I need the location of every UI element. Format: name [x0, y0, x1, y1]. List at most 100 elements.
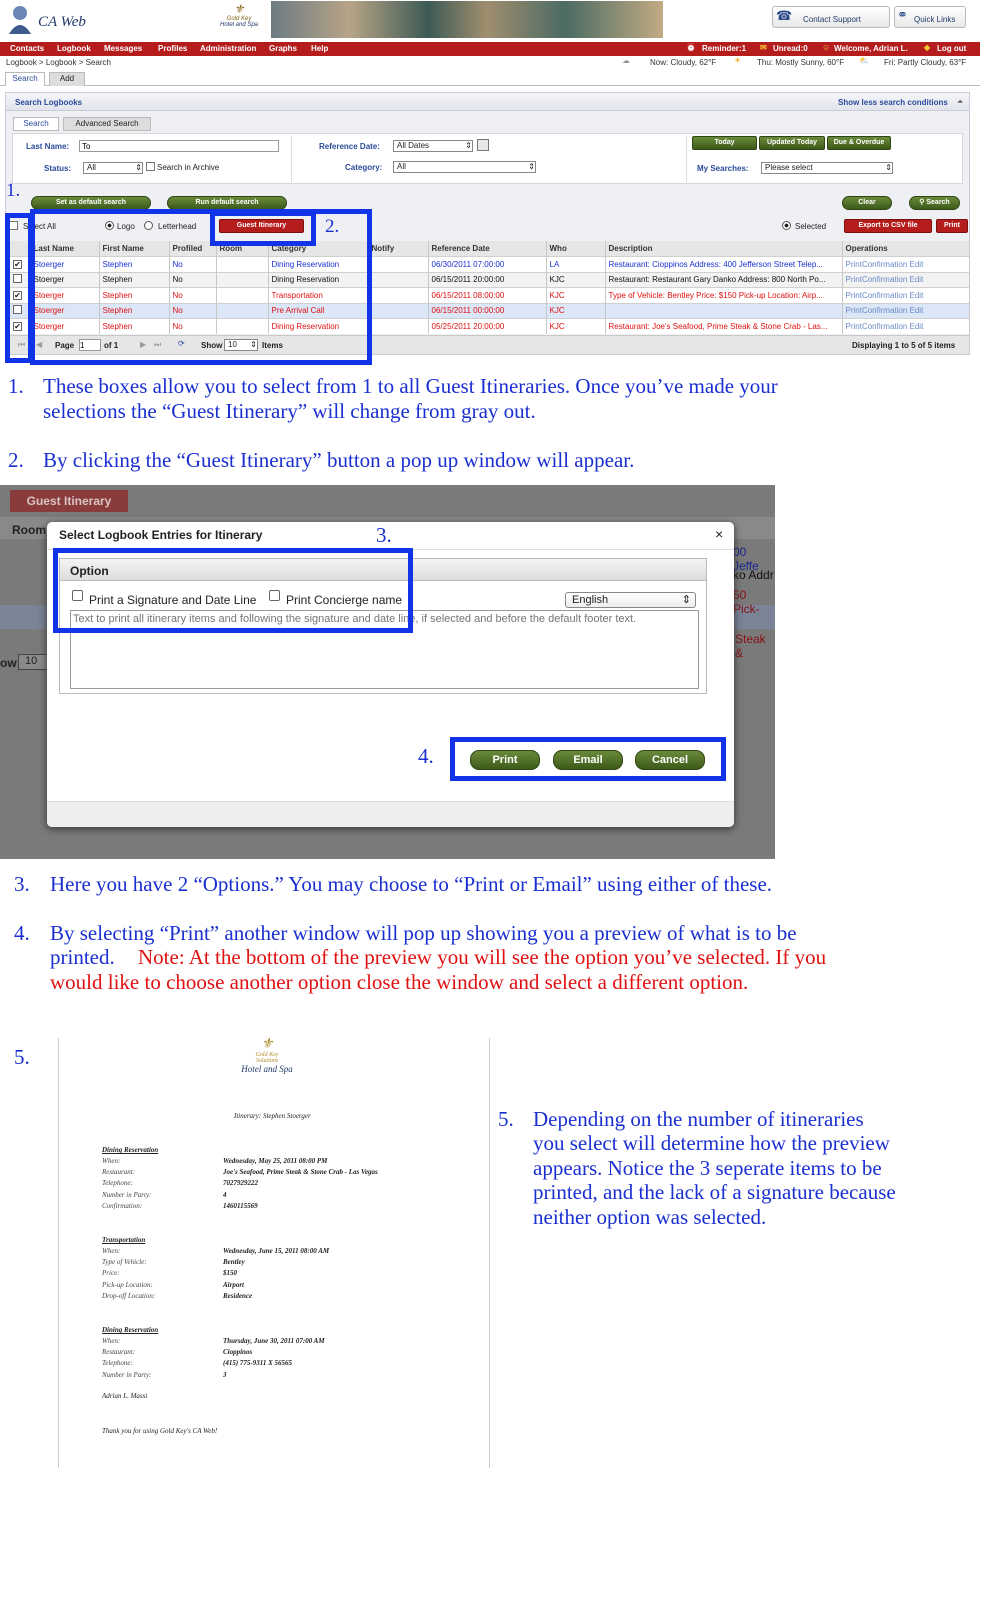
export-csv-button[interactable]: Export to CSV file	[844, 219, 932, 233]
preview-field-value: Airport	[223, 1280, 245, 1289]
panel-header: Search Logbooks Show less search conditi…	[6, 93, 969, 111]
logout-link[interactable]: Log out	[937, 44, 966, 53]
annotation-box-options	[53, 548, 413, 633]
main-nav: Contacts Logbook Messages Profiles Admin…	[0, 42, 980, 56]
operations-cell[interactable]: PrintConfirmation Edit	[842, 256, 970, 272]
nav-administration[interactable]: Administration	[200, 44, 256, 53]
logout-icon: ◆	[924, 43, 931, 52]
set-default-search-button[interactable]: Set as default search	[31, 196, 151, 210]
description-cell: Restaurant: Restaurant Gary Danko Addres…	[605, 272, 843, 288]
preview-field-label: Confirmation:	[102, 1201, 143, 1210]
reference-date-cell: 06/15/2011 20:00:00	[428, 272, 547, 288]
annotation-box-select-area	[30, 209, 372, 365]
preview-section-heading: Transportation	[102, 1236, 146, 1244]
category-select[interactable]: All ⇕	[393, 161, 536, 173]
column-header[interactable]: Notify	[368, 241, 429, 257]
nav-messages[interactable]: Messages	[104, 44, 142, 53]
column-header[interactable]: Description	[605, 241, 843, 257]
cloud-icon: ☁	[622, 56, 630, 65]
annotation-box-guest-itinerary	[210, 211, 316, 246]
calendar-icon[interactable]	[477, 139, 489, 151]
who-cell: KJC	[546, 272, 606, 288]
who-cell: KJC	[546, 303, 606, 319]
print-button[interactable]: Print	[936, 219, 968, 233]
preview-field-value: 1460115569	[223, 1201, 258, 1210]
preview-field-value: Wednesday, May 25, 2011 08:00 PM	[223, 1157, 328, 1165]
partly-cloudy-icon: ⛅	[859, 56, 869, 65]
subtab-search[interactable]: Search	[13, 117, 59, 131]
contact-support-button[interactable]: ☎ Contact Support	[772, 6, 890, 28]
quick-links-button[interactable]: ⚭ Quick Links	[894, 6, 966, 28]
toggle-conditions-link[interactable]: Show less search conditions	[838, 98, 948, 107]
operations-cell[interactable]: PrintConfirmation Edit	[842, 303, 970, 319]
annotation-box-checkboxes	[5, 213, 33, 363]
last-name-input[interactable]	[79, 140, 279, 152]
nav-contacts[interactable]: Contacts	[10, 44, 44, 53]
description-cell: Restaurant: Joe's Seafood, Prime Steak &…	[605, 318, 843, 334]
selected-radio[interactable]	[782, 221, 791, 230]
preview-field-value: Joe's Seafood, Prime Steak & Stone Crab …	[223, 1168, 378, 1177]
preview-signer: Adrian L. Massi	[102, 1392, 148, 1400]
tab-add[interactable]: Add	[49, 72, 85, 86]
hotel-logo: ⚜ Gold Key Hotel and Spa	[219, 2, 259, 28]
run-default-search-button[interactable]: Run default search	[167, 196, 287, 210]
background-guest-itinerary-button: Guest Itinerary	[10, 490, 128, 512]
subtab-advanced-search[interactable]: Advanced Search	[63, 117, 151, 131]
preview-field-value: 3	[223, 1370, 227, 1379]
clear-button[interactable]: Clear	[842, 196, 892, 210]
preview-field-label: Price:	[102, 1269, 120, 1278]
column-header[interactable]: Operations	[842, 241, 970, 257]
nav-logbook[interactable]: Logbook	[57, 44, 91, 53]
close-icon[interactable]: ×	[715, 526, 723, 542]
due-overdue-button[interactable]: Due & Overdue	[827, 136, 891, 150]
archive-checkbox[interactable]	[146, 162, 155, 171]
nav-profiles[interactable]: Profiles	[158, 44, 187, 53]
reference-date-select[interactable]: All Dates ⇕	[393, 140, 473, 152]
preview-section-heading: Dining Reservation	[102, 1326, 159, 1334]
column-header[interactable]: Who	[546, 241, 606, 257]
preview-field-value: 4	[223, 1190, 227, 1199]
notify-cell	[368, 287, 429, 303]
main-tabs: Search Add	[0, 70, 980, 86]
operations-cell[interactable]: PrintConfirmation Edit	[842, 287, 970, 303]
collapse-icon[interactable]: ⏶	[957, 97, 963, 107]
preview-field-label: Telephone:	[102, 1179, 133, 1188]
unread-link[interactable]: Unread:0	[773, 44, 808, 53]
language-select[interactable]: English ⇕	[565, 592, 696, 608]
weather-bar: ☁ Now: Cloudy, 62°F ☀ Thu: Mostly Sunny,…	[622, 56, 967, 67]
reference-date-cell: 06/15/2011 08:00:00	[428, 287, 547, 303]
preview-field-label: When:	[102, 1337, 121, 1345]
notify-cell	[368, 256, 429, 272]
marker-4: 4.	[418, 744, 434, 768]
operations-cell[interactable]: PrintConfirmation Edit	[842, 272, 970, 288]
today-button[interactable]: Today	[692, 136, 757, 150]
crest-icon: ⚜	[260, 1037, 274, 1052]
preview-field-value: Bentley	[223, 1258, 245, 1267]
updated-today-button[interactable]: Updated Today	[759, 136, 825, 150]
nav-graphs[interactable]: Graphs	[269, 44, 297, 53]
search-button[interactable]: ⚲ Search	[909, 196, 960, 210]
headset-icon: ☎	[776, 8, 793, 23]
my-searches-select[interactable]: Please select ⇕	[761, 162, 893, 174]
preview-field-value: Thursday, June 30, 2011 07:00 AM	[223, 1337, 325, 1345]
preview-field-label: Pick-up Location:	[102, 1280, 153, 1289]
preview-field-label: When:	[102, 1247, 121, 1255]
reference-date-cell: 05/25/2011 20:00:00	[428, 318, 547, 334]
reference-date-cell: 06/30/2011 07:00:00	[428, 256, 547, 272]
who-cell: KJC	[546, 287, 606, 303]
operations-cell[interactable]: PrintConfirmation Edit	[842, 318, 970, 334]
breadcrumb: Logbook > Logbook > Search	[6, 58, 111, 67]
marker-1: 1.	[6, 180, 21, 201]
reminder-link[interactable]: Reminder:1	[702, 44, 746, 53]
preview-field-value: 7027929222	[223, 1179, 258, 1188]
tab-search[interactable]: Search	[5, 72, 45, 86]
marker-2: 2.	[325, 216, 340, 237]
preview-field-label: Drop-off Location:	[102, 1291, 156, 1300]
column-header[interactable]: Reference Date	[428, 241, 547, 257]
who-cell: KJC	[546, 318, 606, 334]
nav-help[interactable]: Help	[311, 44, 328, 53]
preview-section-heading: Dining Reservation	[102, 1146, 159, 1154]
preview-field-value: $150	[223, 1269, 237, 1278]
status-select[interactable]: All ⇕	[83, 162, 143, 174]
notify-cell	[368, 318, 429, 334]
